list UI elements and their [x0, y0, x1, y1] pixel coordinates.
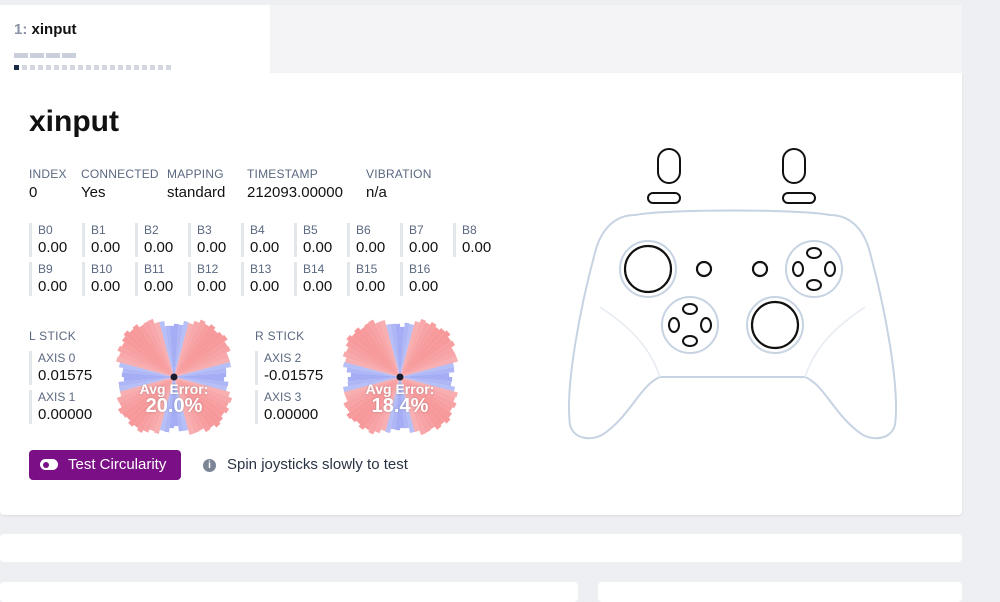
tab-gamepad-1[interactable]: 1: xinput	[0, 5, 270, 73]
meta-index: INDEX 0	[29, 167, 67, 201]
button-readout-b8: B8 0.00	[453, 223, 495, 257]
stick-position-dot	[170, 373, 178, 381]
left-stick-circularity-plot: Avg Error: 20.0%	[116, 319, 232, 435]
controller-illustration	[568, 148, 897, 440]
lower-right-panel	[598, 582, 962, 602]
view-button-icon	[695, 260, 713, 278]
button-readout-b0: B0 0.00	[29, 223, 71, 257]
circularity-hint: Spin joysticks slowly to test	[227, 456, 408, 473]
left-bumper-icon	[647, 192, 681, 204]
toggle-icon	[40, 459, 58, 470]
button-readout-b10: B10 0.00	[82, 262, 124, 296]
button-readout-b4: B4 0.00	[241, 223, 283, 257]
controller-body-outline	[568, 209, 897, 440]
meta-connected: CONNECTED Yes	[81, 167, 159, 201]
gamepad-tab-bar: 1: xinput	[0, 5, 962, 73]
tab-title: 1: xinput	[14, 21, 77, 38]
button-readout-b3: B3 0.00	[188, 223, 230, 257]
right-trigger-icon	[782, 148, 806, 184]
right-bumper-icon	[782, 192, 816, 204]
meta-vibration: VIBRATION n/a	[366, 167, 432, 201]
right-avg-error-value: 18.4%	[371, 395, 429, 417]
axis-1: AXIS 1 0.00000	[29, 390, 109, 424]
button-readout-b14: B14 0.00	[294, 262, 336, 296]
lower-left-panel	[0, 582, 578, 602]
gamepad-title: xinput	[29, 105, 119, 138]
button-readout-b7: B7 0.00	[400, 223, 442, 257]
left-stick-icon	[623, 244, 673, 294]
button-readout-b16: B16 0.00	[400, 262, 442, 296]
axis-2: AXIS 2 -0.01575	[255, 351, 335, 385]
left-avg-error-value: 20.0%	[145, 395, 203, 417]
left-stick-label: L STICK	[29, 329, 77, 343]
info-icon: i	[203, 459, 216, 472]
dpad-icon	[668, 303, 712, 347]
button-readout-b6: B6 0.00	[347, 223, 389, 257]
button-readout-b15: B15 0.00	[347, 262, 389, 296]
menu-button-icon	[751, 260, 769, 278]
button-readout-b2: B2 0.00	[135, 223, 177, 257]
meta-mapping: MAPPING standard	[167, 167, 226, 201]
right-stick-icon	[750, 300, 800, 350]
right-stick-label: R STICK	[255, 329, 305, 343]
button-readout-b9: B9 0.00	[29, 262, 71, 296]
test-circularity-button[interactable]: Test Circularity	[29, 450, 181, 480]
button-readout-b5: B5 0.00	[294, 223, 336, 257]
gamepad-card: xinput INDEX 0 CONNECTED Yes MAPPING sta…	[0, 73, 962, 515]
button-readout-b13: B13 0.00	[241, 262, 283, 296]
button-readout-b1: B1 0.00	[82, 223, 124, 257]
collapsed-panel	[0, 534, 962, 562]
meta-timestamp: TIMESTAMP 212093.00000	[247, 167, 343, 201]
right-stick-circularity-plot: Avg Error: 18.4%	[342, 319, 458, 435]
axis-3: AXIS 3 0.00000	[255, 390, 335, 424]
axis-0: AXIS 0 0.01575	[29, 351, 109, 385]
stick-position-dot	[396, 373, 404, 381]
face-buttons-icon	[792, 247, 836, 291]
button-readout-b12: B12 0.00	[188, 262, 230, 296]
button-readout-b11: B11 0.00	[135, 262, 177, 296]
left-trigger-icon	[657, 148, 681, 184]
